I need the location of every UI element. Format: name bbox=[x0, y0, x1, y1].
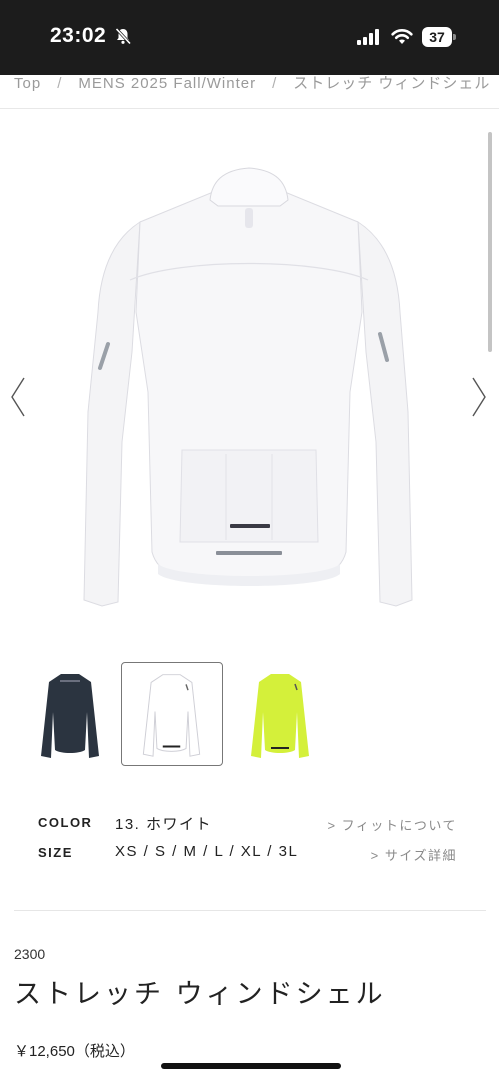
color-row: COLOR 13. ホワイト > フィットについて bbox=[0, 813, 499, 837]
battery-indicator: 37 bbox=[422, 27, 456, 47]
bell-slash-icon bbox=[115, 27, 132, 45]
size-details-link[interactable]: > サイズ詳細 bbox=[371, 845, 457, 864]
thumbnail-jacket-shape bbox=[142, 674, 201, 757]
jacket-thumbnail-image bbox=[251, 674, 309, 758]
thumbnail-white-jacket[interactable] bbox=[121, 662, 223, 766]
breadcrumb-separator: / bbox=[57, 75, 63, 92]
previous-image-arrow-icon[interactable] bbox=[6, 374, 30, 420]
color-thumbnails bbox=[0, 660, 499, 768]
product-image-carousel[interactable] bbox=[0, 112, 499, 652]
breadcrumb: Top / MENS 2025 Fall/Winter / ストレッチ ウィンドシェル bbox=[0, 75, 499, 109]
divider bbox=[14, 910, 486, 911]
status-time: 23:02 bbox=[50, 24, 107, 47]
thumbnail-navy-jacket[interactable] bbox=[19, 662, 121, 766]
thumbnail-jacket-shape bbox=[251, 674, 309, 758]
cellular-signal-icon bbox=[357, 29, 379, 45]
battery-tip bbox=[453, 34, 456, 40]
thumbnail-yellow-jacket[interactable] bbox=[229, 662, 331, 766]
size-value: XS / S / M / L / XL / 3L bbox=[115, 843, 299, 860]
wifi-icon bbox=[391, 29, 413, 44]
product-price: ￥12,650（税込） bbox=[14, 1043, 135, 1060]
size-row: SIZE XS / S / M / L / XL / 3L > サイズ詳細 bbox=[0, 843, 499, 867]
color-label: COLOR bbox=[38, 815, 93, 830]
product-code: 2300 bbox=[14, 946, 46, 962]
breadcrumb-category-link[interactable]: MENS 2025 Fall/Winter bbox=[78, 75, 256, 92]
jacket-back-image bbox=[83, 167, 413, 607]
fit-info-link[interactable]: > フィットについて bbox=[327, 815, 457, 834]
jacket-thumbnail-image bbox=[142, 674, 201, 757]
product-name: ストレッチ ウィンドシェル bbox=[14, 979, 386, 1010]
size-label: SIZE bbox=[38, 845, 73, 860]
breadcrumb-separator: / bbox=[272, 75, 278, 92]
breadcrumb-current: ストレッチ ウィンドシェル bbox=[293, 75, 491, 92]
home-indicator[interactable] bbox=[161, 1063, 341, 1069]
battery-level: 37 bbox=[422, 27, 452, 47]
breadcrumb-top-link[interactable]: Top bbox=[14, 75, 41, 92]
next-image-arrow-icon[interactable] bbox=[467, 374, 491, 420]
scroll-indicator bbox=[488, 132, 492, 352]
color-value: 13. ホワイト bbox=[115, 816, 213, 833]
thumbnail-jacket-shape bbox=[41, 674, 99, 758]
jacket-thumbnail-image bbox=[41, 674, 99, 758]
status-bar: 23:02 37 bbox=[0, 0, 499, 75]
